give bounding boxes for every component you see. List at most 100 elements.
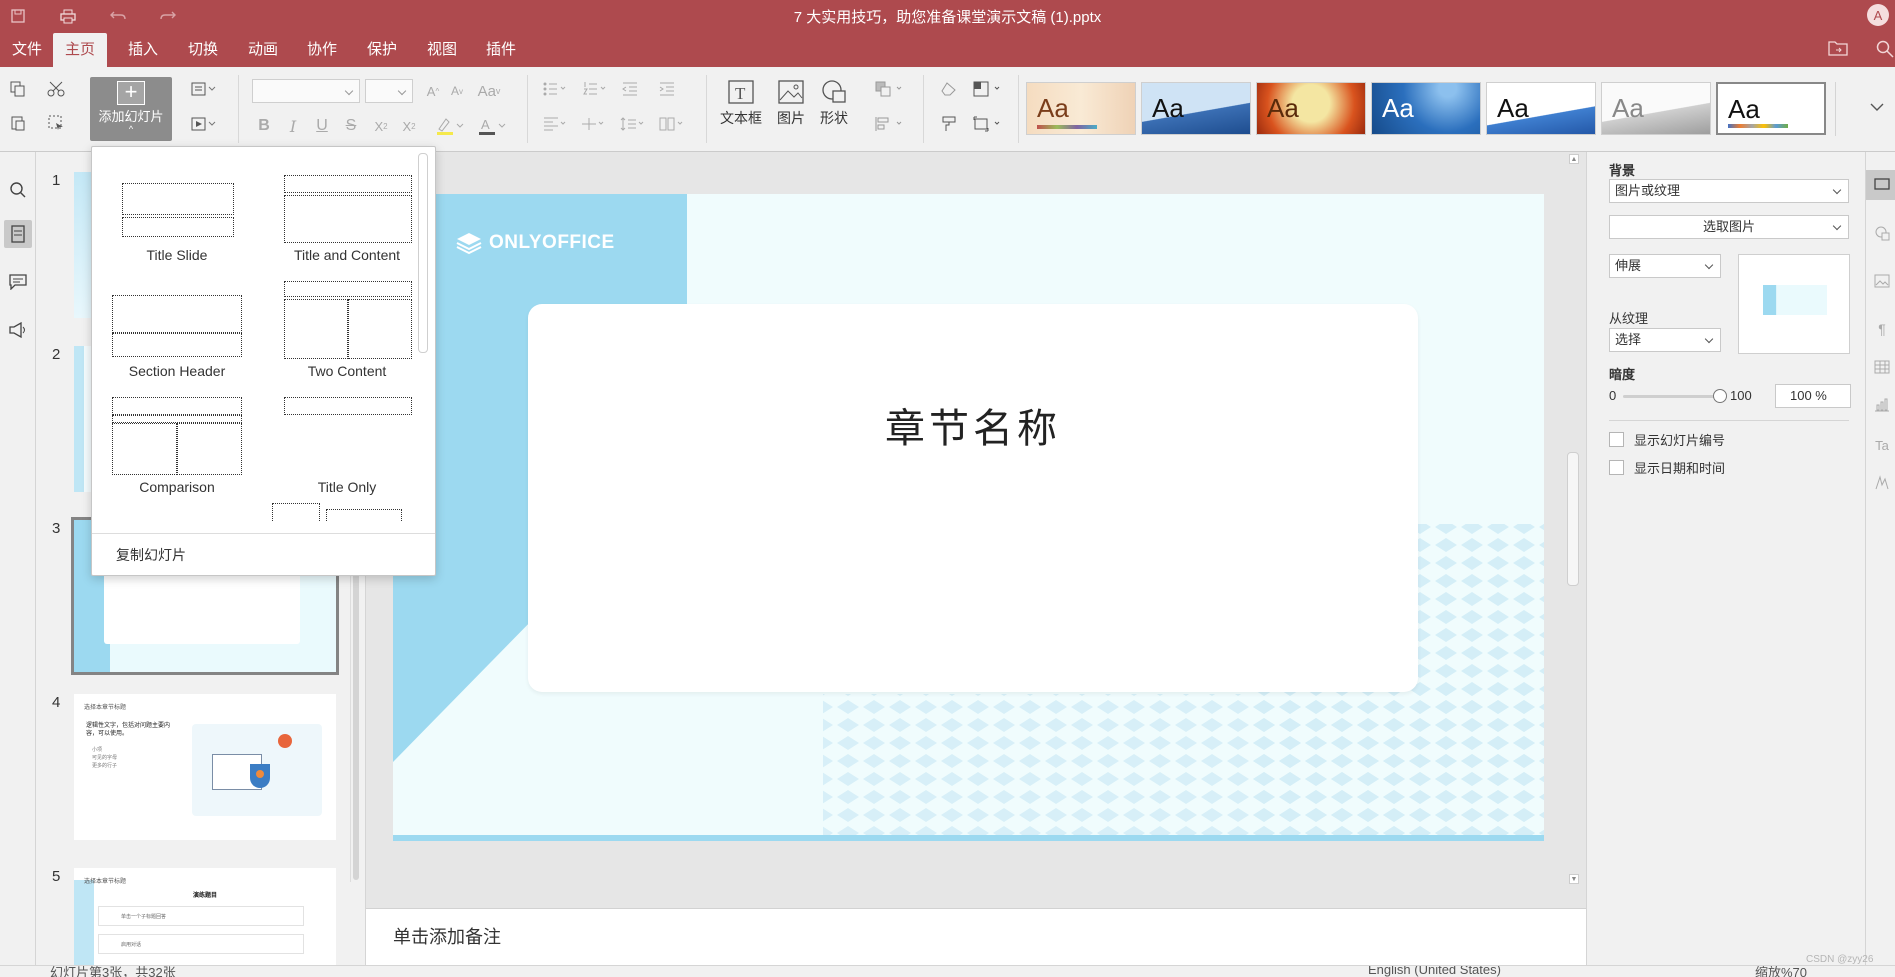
chart-settings-icon[interactable] [1871,394,1893,416]
layout-title-only[interactable]: Title Only [252,387,412,499]
open-location-icon[interactable] [1828,40,1848,59]
table-settings-icon[interactable] [1871,356,1893,378]
select-all-icon[interactable] [43,111,69,135]
language-selector[interactable]: English (United States) [1368,966,1501,977]
shape-button[interactable]: 形状 [811,79,857,143]
italic-icon[interactable]: I [280,114,306,138]
zoom-level[interactable]: 缩放%70 [1755,966,1807,977]
scroll-down-icon[interactable]: ▼ [1569,874,1579,884]
transparency-slider-track[interactable] [1623,395,1719,398]
font-color-icon[interactable]: A [474,114,510,138]
vertical-align-icon[interactable] [578,112,610,136]
title-placeholder[interactable]: 章节名称 [528,304,1418,692]
tab-plugins[interactable]: 插件 [474,33,528,67]
fill-color-icon[interactable] [970,77,1006,101]
separator [527,75,528,143]
slides-panel-icon[interactable] [4,220,32,248]
slide-title[interactable]: 章节名称 [528,396,1418,454]
text-box-button[interactable]: T 文本框 [718,79,764,143]
tab-insert[interactable]: 插入 [116,33,170,67]
layout-title-and-content[interactable]: Title and Content [252,155,412,267]
theme-4[interactable]: Aa [1371,82,1481,135]
search-icon[interactable] [1876,40,1894,61]
layout-icon[interactable] [186,77,222,101]
slide-settings-icon[interactable] [1871,174,1893,196]
highlight-color-icon[interactable] [432,114,468,138]
signature-settings-icon[interactable] [1871,472,1893,494]
duplicate-slide-item[interactable]: 复制幻灯片 [116,545,186,565]
shape-settings-icon[interactable] [1871,222,1893,244]
select-picture-button[interactable]: 选取图片 [1609,215,1849,239]
slideshow-icon[interactable] [186,112,222,136]
image-settings-icon[interactable] [1871,270,1893,292]
slide-canvas[interactable]: ONLYOFFICE 章节名称 [393,194,1544,841]
theme-5[interactable]: Aa [1486,82,1596,135]
editor-scrollbar[interactable]: ▲ ▼ [1565,152,1581,887]
comments-icon[interactable] [4,268,32,296]
tab-collaboration[interactable]: 协作 [295,33,349,67]
notes-placeholder[interactable]: 单击添加备注 [393,923,501,949]
copy-style-icon[interactable] [936,112,962,136]
stretch-select[interactable]: 伸展 [1609,254,1721,278]
text-art-settings-icon[interactable]: Ta [1871,434,1893,456]
tab-home[interactable]: 主页 [53,33,108,67]
increase-font-icon[interactable]: A ^ [420,79,446,103]
scroll-up-icon[interactable]: ▲ [1569,154,1579,164]
slide-thumbnail-5[interactable]: 选择本章节标题 演练题目 单击一个子标题回答 启用对话 [74,868,336,965]
font-size-combo[interactable] [365,79,413,103]
layout-comparison[interactable]: Comparison [92,387,252,499]
tab-file[interactable]: 文件 [0,33,54,67]
theme-1[interactable]: Aa [1026,82,1136,135]
texture-select[interactable]: 选择 [1609,328,1721,352]
chevron-down-icon[interactable] [1866,96,1888,118]
search-icon[interactable] [4,176,32,204]
underline-icon[interactable]: U [309,114,335,138]
decrease-indent-icon[interactable] [617,77,643,101]
theme-7[interactable]: Aa [1716,82,1826,135]
font-name-combo[interactable] [252,79,360,103]
theme-3[interactable]: Aa [1256,82,1366,135]
notes-area[interactable]: 单击添加备注 [366,908,1586,965]
subscript-icon[interactable]: X2 [396,114,422,138]
tab-transitions[interactable]: 切换 [176,33,230,67]
decrease-font-icon[interactable]: Av [444,79,470,103]
paragraph-settings-icon[interactable]: ¶ [1871,318,1893,340]
strikethrough-icon[interactable]: S [338,114,364,138]
cut-icon[interactable] [43,77,69,101]
superscript-icon[interactable]: X2 [368,114,394,138]
slide-thumbnail-4[interactable]: 选择本章节标题 逻辑性文字，包括对问题主要内容，可以使用。 小项 可见的字母 更… [74,694,336,840]
picture-button[interactable]: 图片 [768,79,814,143]
theme-2[interactable]: Aa [1141,82,1251,135]
user-avatar[interactable]: A [1867,4,1889,26]
feedback-icon[interactable] [4,316,32,344]
add-slide-button[interactable]: + 添加幻灯片 ^ [90,77,172,141]
bullets-icon[interactable] [540,77,572,101]
scroll-thumb[interactable] [1567,452,1579,586]
align-icon[interactable] [540,112,572,136]
layout-menu-scrollbar[interactable] [418,153,428,353]
columns-icon[interactable] [656,112,688,136]
fill-type-select[interactable]: 图片或纹理 [1609,179,1849,203]
show-slide-number-checkbox[interactable]: 显示幻灯片编号 [1609,430,1725,449]
transparency-input[interactable]: 100 % [1775,384,1851,408]
line-spacing-icon[interactable] [617,112,649,136]
arrange-icon[interactable] [872,77,908,101]
layout-title-slide[interactable]: Title Slide [92,155,252,267]
show-date-time-checkbox[interactable]: 显示日期和时间 [1609,458,1725,477]
align-shape-icon[interactable] [872,112,908,136]
increase-indent-icon[interactable] [654,77,680,101]
clear-style-icon[interactable] [936,77,962,101]
bold-icon[interactable]: B [251,114,277,138]
slide-size-icon[interactable] [970,112,1006,136]
transparency-slider-handle[interactable] [1713,389,1727,403]
tab-view[interactable]: 视图 [415,33,469,67]
copy-icon[interactable] [5,77,31,101]
layout-two-content[interactable]: Two Content [252,271,412,383]
tab-animation[interactable]: 动画 [236,33,290,67]
paste-icon[interactable] [5,111,31,135]
numbering-icon[interactable] [580,77,612,101]
change-case-icon[interactable]: Aa v [472,79,506,103]
tab-protection[interactable]: 保护 [355,33,409,67]
layout-section-header[interactable]: Section Header [92,271,252,383]
theme-6[interactable]: Aa [1601,82,1711,135]
